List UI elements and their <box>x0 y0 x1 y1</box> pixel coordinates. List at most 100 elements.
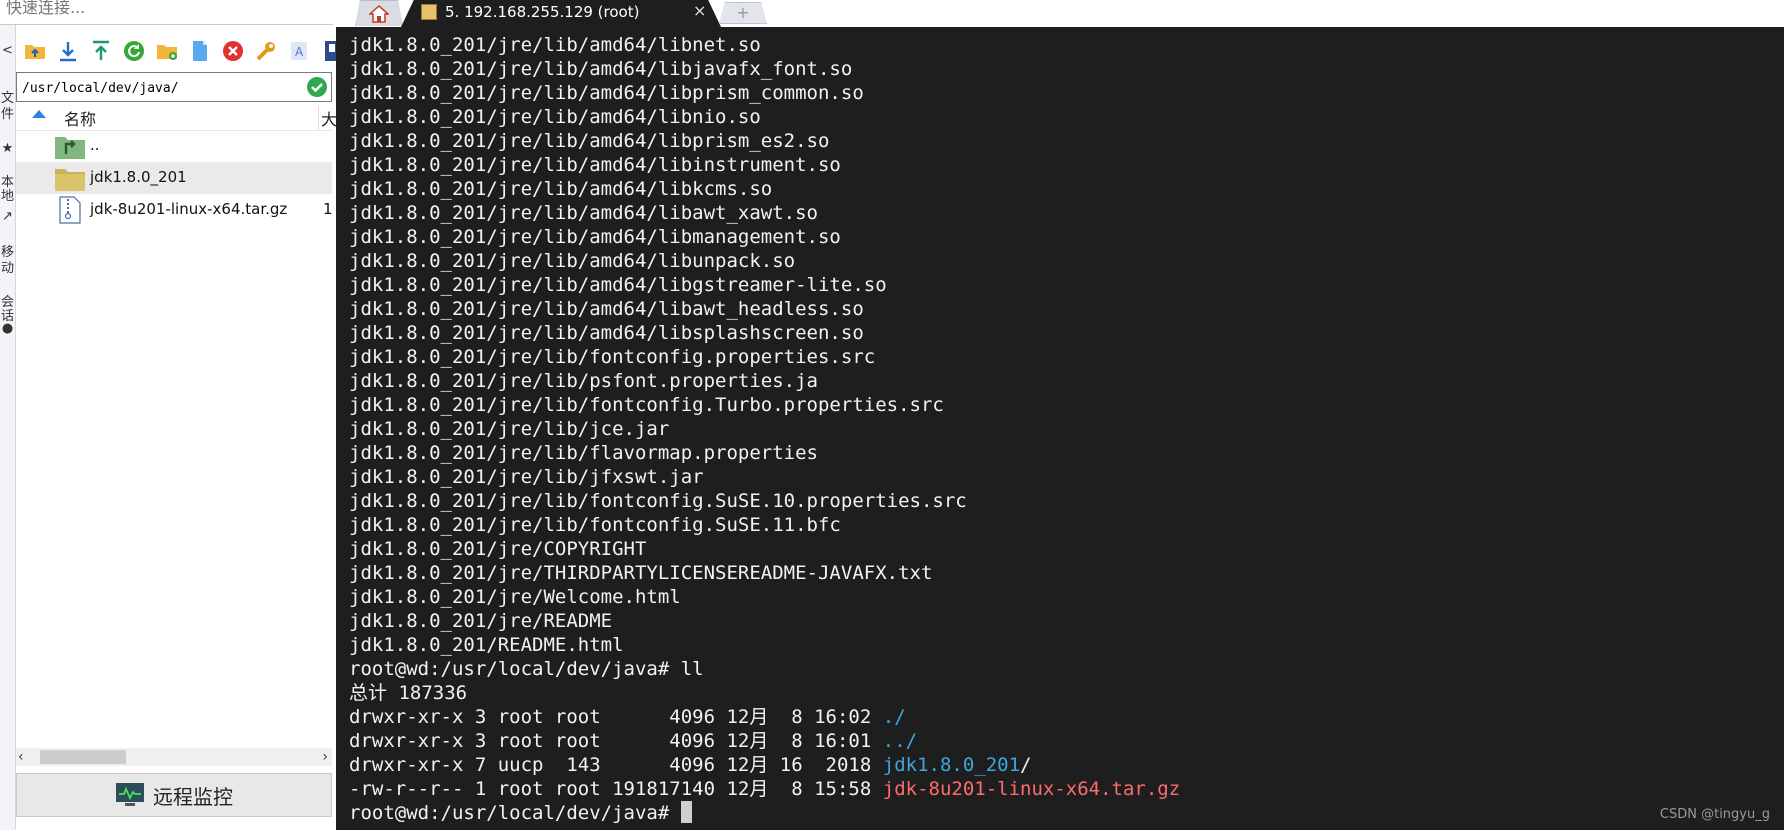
new-file-icon <box>193 41 207 61</box>
left-strip-glyph[interactable]: 动 <box>0 262 15 276</box>
new-tab-button[interactable]: + <box>719 2 767 24</box>
remote-path-bar <box>16 72 332 102</box>
terminal-line: drwxr-xr-x 3 root root 4096 12月 8 16:01 … <box>349 729 1180 753</box>
file-row-jdk-folder[interactable]: jdk1.8.0_201 <box>16 162 332 194</box>
left-strip-glyph[interactable]: ● <box>0 322 15 336</box>
left-strip-glyph[interactable]: ★ <box>0 142 15 156</box>
terminal-line: jdk1.8.0_201/jre/lib/amd64/libawt_xawt.s… <box>349 201 1180 225</box>
terminal-line: jdk1.8.0_201/jre/lib/flavormap.propertie… <box>349 441 1180 465</box>
terminal-text: jdk1.8.0_201/jre/lib/fontconfig.SuSE.11.… <box>349 514 841 536</box>
session-tab-active[interactable]: 5. 192.168.255.129 (root) × <box>401 0 721 27</box>
delete-icon <box>223 41 243 61</box>
terminal-line: jdk1.8.0_201/jre/lib/amd64/libgstreamer-… <box>349 273 1180 297</box>
upload-button[interactable] <box>86 36 116 66</box>
terminal-line: jdk1.8.0_201/jre/lib/amd64/libnet.so <box>349 33 1180 57</box>
quick-connect-input[interactable] <box>4 0 328 20</box>
terminal-line: jdk1.8.0_201/jre/lib/psfont.properties.j… <box>349 369 1180 393</box>
quick-connect-bar <box>0 0 333 25</box>
properties-button[interactable] <box>251 36 281 66</box>
horizontal-scrollbar[interactable]: ‹ › <box>16 748 332 766</box>
terminal-line: root@wd:/usr/local/dev/java# ll <box>349 657 1180 681</box>
terminal-line: drwxr-xr-x 7 uucp 143 4096 12月 16 2018 j… <box>349 753 1180 777</box>
terminal-line: jdk1.8.0_201/jre/COPYRIGHT <box>349 537 1180 561</box>
terminal-text: jdk1.8.0_201/jre/lib/amd64/libprism_es2.… <box>349 130 830 152</box>
scroll-left-arrow-icon[interactable]: ‹ <box>18 749 24 765</box>
terminal-text: jdk1.8.0_201/jre/lib/fontconfig.properti… <box>349 346 876 368</box>
left-strip-glyph[interactable]: 件 <box>0 108 15 122</box>
terminal-text: jdk1.8.0_201/jre/README <box>349 610 613 632</box>
watermark: CSDN @tingyu_g <box>1659 807 1770 822</box>
terminal-text: drwxr-xr-x 3 root root 4096 12月 8 16:02 <box>349 706 883 728</box>
terminal-line: jdk1.8.0_201/jre/lib/jfxswt.jar <box>349 465 1180 489</box>
terminal-line: jdk1.8.0_201/jre/lib/fontconfig.SuSE.11.… <box>349 513 1180 537</box>
file-name: jdk1.8.0_201 <box>90 168 187 186</box>
new-file-button[interactable] <box>185 36 215 66</box>
refresh-button[interactable] <box>119 36 149 66</box>
scrollbar-thumb[interactable] <box>40 750 126 764</box>
terminal-text: drwxr-xr-x 3 root root 4096 12月 8 16:01 <box>349 730 883 752</box>
file-size: 1 <box>323 200 333 218</box>
delete-button[interactable] <box>218 36 248 66</box>
rename-icon: A <box>291 42 307 60</box>
terminal-output: jdk1.8.0_201/jre/lib/amd64/libnet.so jdk1… <box>349 33 1180 825</box>
terminal-text: jdk1.8.0_201/jre/lib/amd64/libprism_comm… <box>349 82 864 104</box>
terminal-text: / <box>1020 754 1032 776</box>
tab-close-icon[interactable]: × <box>693 1 706 20</box>
go-checkmark-icon[interactable] <box>306 76 328 98</box>
scroll-right-arrow-icon[interactable]: › <box>322 749 328 765</box>
terminal-text: jdk1.8.0_201/jre/lib/amd64/libnio.so <box>349 106 761 128</box>
download-button[interactable] <box>53 36 83 66</box>
monitor-icon <box>116 783 144 806</box>
folder-up-button[interactable] <box>20 36 50 66</box>
terminal-line: jdk1.8.0_201/jre/lib/fontconfig.properti… <box>349 345 1180 369</box>
wrench-icon <box>256 42 275 61</box>
session-tab-bar: 5. 192.168.255.129 (root) × + <box>333 0 1784 27</box>
terminal-pane[interactable]: jdk1.8.0_201/jre/lib/amd64/libnet.so jdk1… <box>336 27 1784 830</box>
terminal-line: -rw-r--r-- 1 root root 191817140 12月 8 1… <box>349 777 1180 801</box>
left-side-strip: < 文件 ★ 本地 ↗ 移动会话 ● <box>0 0 16 830</box>
terminal-line: jdk1.8.0_201/jre/Welcome.html <box>349 585 1180 609</box>
new-folder-button[interactable] <box>152 36 182 66</box>
terminal-archive-name: jdk-8u201-linux-x64.tar.gz <box>882 778 1181 800</box>
file-row-jdk-archive[interactable]: jdk-8u201-linux-x64.tar.gz 1 <box>16 194 333 226</box>
left-strip-glyph[interactable]: 文 <box>0 92 15 106</box>
home-icon <box>369 4 389 23</box>
remote-monitor-label: 远程监控 <box>153 784 233 809</box>
sftp-file-panel: A 名称 大 .. jdk1.8.0_201 jdk-8u201-linux-x… <box>16 30 339 830</box>
rename-button[interactable]: A <box>284 36 314 66</box>
file-toolbar: A <box>20 36 347 66</box>
terminal-text: jdk1.8.0_201/jre/THIRDPARTYLICENSEREADME… <box>349 562 933 584</box>
sort-ascending-icon[interactable] <box>32 110 46 118</box>
terminal-text: jdk1.8.0_201/jre/COPYRIGHT <box>349 538 647 560</box>
terminal-line: jdk1.8.0_201/jre/lib/amd64/libsplashscre… <box>349 321 1180 345</box>
terminal-line: jdk1.8.0_201/jre/lib/fontconfig.Turbo.pr… <box>349 393 1180 417</box>
column-name-header[interactable]: 名称 <box>64 106 96 130</box>
terminal-line: jdk1.8.0_201/jre/lib/amd64/libprism_es2.… <box>349 129 1180 153</box>
terminal-line: jdk1.8.0_201/jre/THIRDPARTYLICENSEREADME… <box>349 561 1180 585</box>
left-strip-glyph[interactable]: 地 <box>0 190 15 204</box>
terminal-text: 总计 187336 <box>349 682 468 704</box>
file-row-parent[interactable]: .. <box>16 130 332 162</box>
terminal-line: drwxr-xr-x 3 root root 4096 12月 8 16:02 … <box>349 705 1180 729</box>
left-strip-glyph[interactable]: < <box>0 44 15 58</box>
home-tab[interactable] <box>355 0 403 26</box>
terminal-text: jdk1.8.0_201/jre/lib/amd64/libmanagement… <box>349 226 841 248</box>
terminal-cursor <box>680 801 692 823</box>
remote-monitor-button[interactable]: 远程监控 <box>16 773 332 817</box>
left-strip-glyph[interactable]: ↗ <box>0 210 15 224</box>
terminal-dir-name: jdk1.8.0_201 <box>882 754 1021 776</box>
terminal-line: 总计 187336 <box>349 681 1180 705</box>
terminal-line: jdk1.8.0_201/jre/lib/amd64/libprism_comm… <box>349 81 1180 105</box>
remote-path-input[interactable] <box>20 77 294 99</box>
terminal-text: jdk1.8.0_201/jre/lib/amd64/libinstrument… <box>349 154 841 176</box>
terminal-text: jdk1.8.0_201/jre/lib/amd64/libawt_xawt.s… <box>349 202 818 224</box>
left-strip-glyph[interactable]: 会 <box>0 296 15 310</box>
terminal-text: -rw-r--r-- 1 root root 191817140 12月 8 1… <box>349 778 883 800</box>
left-strip-glyph[interactable]: 本 <box>0 176 15 190</box>
terminal-line: jdk1.8.0_201/jre/lib/amd64/libawt_headle… <box>349 297 1180 321</box>
terminal-text: jdk1.8.0_201/README.html <box>349 634 624 656</box>
terminal-text: jdk1.8.0_201/jre/lib/fontconfig.SuSE.10.… <box>349 490 967 512</box>
left-strip-glyph[interactable]: 移 <box>0 246 15 260</box>
column-size-header[interactable]: 大 <box>318 106 337 130</box>
terminal-line: jdk1.8.0_201/jre/lib/amd64/libnio.so <box>349 105 1180 129</box>
